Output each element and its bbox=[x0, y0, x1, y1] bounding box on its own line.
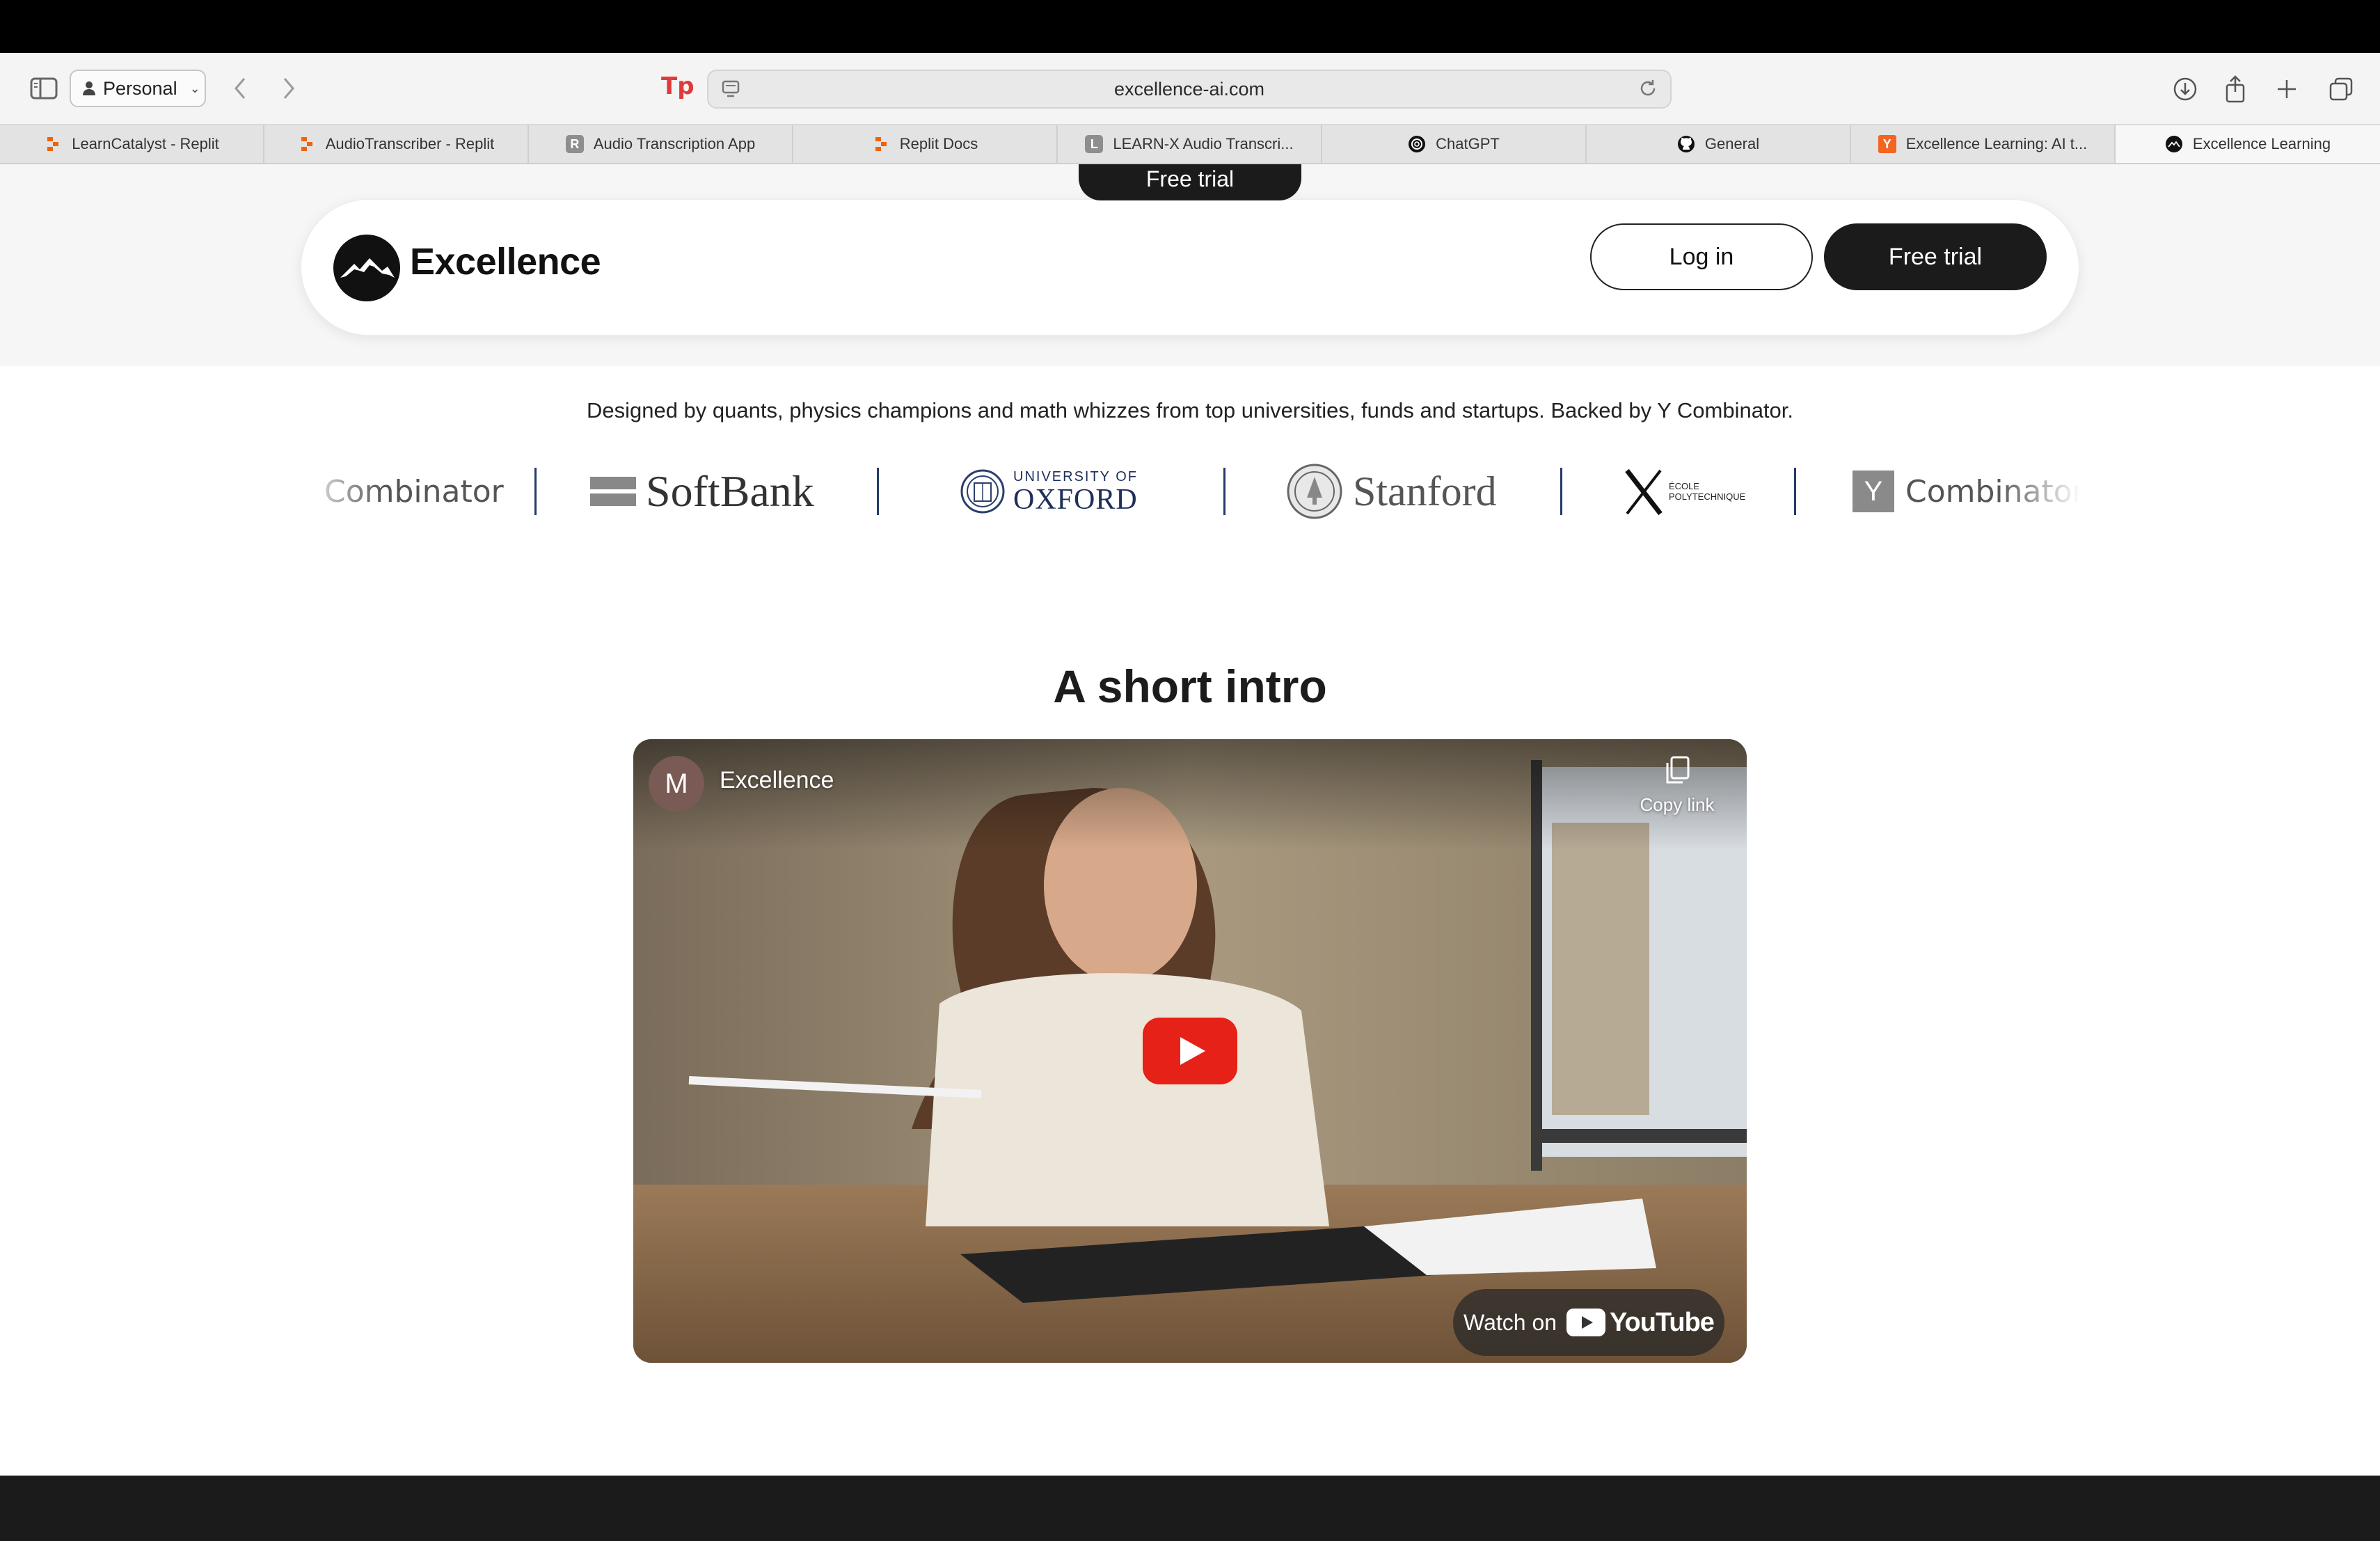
ycombinator-square-icon: Y bbox=[1853, 471, 1894, 512]
copy-link-button[interactable]: Copy link bbox=[1635, 754, 1719, 816]
site-navbar: Excellence Log in Free trial bbox=[301, 199, 2079, 335]
chevron-left-icon bbox=[235, 78, 246, 99]
softbank-logo-text: SoftBank bbox=[646, 466, 814, 516]
play-button-icon[interactable] bbox=[1143, 1018, 1237, 1084]
web-page: Excellence Log in Free trial Free trial … bbox=[0, 164, 2380, 1541]
free-trial-button[interactable]: Free trial bbox=[1824, 223, 2047, 290]
logo-divider bbox=[1223, 468, 1225, 515]
chatgpt-icon bbox=[1408, 135, 1426, 153]
tab-label: AudioTranscriber - Replit bbox=[325, 135, 495, 152]
tab-label: ChatGPT bbox=[1436, 135, 1500, 152]
tab-label: Excellence Learning bbox=[2192, 135, 2331, 152]
ycombinator-icon: Y bbox=[1878, 135, 1896, 153]
backers-logo-strip: Combinator SoftBank UNIVERSITY OF OXFORD… bbox=[299, 450, 2081, 533]
logo-fade-left bbox=[299, 450, 383, 533]
youtube-logo: YouTube bbox=[1566, 1307, 1715, 1338]
logo-divider bbox=[877, 468, 879, 515]
mountain-logo-icon[interactable] bbox=[333, 235, 400, 301]
copy-icon bbox=[1666, 756, 1690, 784]
letter-r-icon: R bbox=[565, 135, 584, 153]
share-icon[interactable] bbox=[2219, 72, 2252, 106]
tab-general[interactable]: General bbox=[1587, 125, 1851, 163]
softbank-logo: SoftBank bbox=[590, 450, 814, 533]
url-text: excellence-ai.com bbox=[1113, 78, 1265, 100]
youtube-video-embed[interactable]: M Excellence Copy link Watch on YouTube bbox=[633, 739, 1747, 1363]
watch-on-youtube-button[interactable]: Watch on YouTube bbox=[1453, 1289, 1724, 1356]
screen: Personal ⌄ Tp excellence-ai.com LearnCat… bbox=[0, 0, 2380, 1541]
oxford-crest-icon bbox=[960, 469, 1005, 514]
back-button[interactable] bbox=[223, 71, 257, 106]
tab-strip: LearnCatalyst - Replit AudioTranscriber … bbox=[0, 125, 2380, 164]
logo-fade-right bbox=[1997, 450, 2081, 533]
tab-excellence-learning[interactable]: Excellence Learning bbox=[2116, 125, 2380, 163]
new-tab-icon[interactable] bbox=[2270, 72, 2303, 106]
chevron-down-icon: ⌄ bbox=[189, 81, 200, 95]
tab-learncatalyst[interactable]: LearnCatalyst - Replit bbox=[0, 125, 264, 163]
tab-excellence-learning-yc[interactable]: Y Excellence Learning: AI t... bbox=[1851, 125, 2116, 163]
polytechnique-logo-top: ÉCOLE bbox=[1669, 481, 1700, 491]
profile-selector[interactable]: Personal ⌄ bbox=[70, 70, 206, 107]
github-icon bbox=[1677, 135, 1695, 153]
profile-label: Personal bbox=[103, 77, 177, 99]
forward-button[interactable] bbox=[271, 71, 306, 106]
oxford-logo: UNIVERSITY OF OXFORD bbox=[960, 450, 1138, 533]
tab-label: Replit Docs bbox=[899, 135, 978, 152]
tab-label: LEARN-X Audio Transcri... bbox=[1113, 135, 1294, 152]
replit-icon bbox=[298, 135, 316, 153]
logo-divider bbox=[1794, 468, 1796, 515]
polytechnique-x-icon bbox=[1625, 468, 1663, 516]
watch-on-label: Watch on bbox=[1463, 1309, 1557, 1335]
downloads-icon[interactable] bbox=[2168, 72, 2202, 106]
section-title: A short intro bbox=[1053, 661, 1327, 712]
tab-label: General bbox=[1704, 135, 1760, 152]
address-bar[interactable]: excellence-ai.com bbox=[707, 70, 1672, 109]
stanford-logo-text: Stanford bbox=[1353, 468, 1497, 514]
stanford-seal-icon bbox=[1287, 464, 1342, 519]
tab-label: Excellence Learning: AI t... bbox=[1905, 135, 2088, 152]
tab-audiotranscriber[interactable]: AudioTranscriber - Replit bbox=[264, 125, 529, 163]
sidebar-toggle-icon[interactable] bbox=[26, 71, 61, 106]
chevron-right-icon bbox=[283, 78, 294, 99]
tab-audio-transcription-app[interactable]: R Audio Transcription App bbox=[529, 125, 793, 163]
stanford-logo: Stanford bbox=[1286, 450, 1497, 533]
channel-avatar[interactable]: M bbox=[649, 756, 704, 812]
tp-extension-icon[interactable]: Tp bbox=[661, 72, 695, 107]
tab-learn-x[interactable]: L LEARN-X Audio Transcri... bbox=[1058, 125, 1322, 163]
polytechnique-logo-bottom: POLYTECHNIQUE bbox=[1669, 491, 1746, 502]
replit-icon bbox=[44, 135, 62, 153]
tab-chatgpt[interactable]: ChatGPT bbox=[1322, 125, 1587, 163]
page-settings-icon[interactable] bbox=[721, 79, 742, 99]
softbank-bars-icon bbox=[590, 477, 636, 506]
floating-free-trial-button[interactable]: Free trial bbox=[1079, 164, 1301, 200]
logo-divider bbox=[534, 468, 537, 515]
tab-overview-icon[interactable] bbox=[2324, 72, 2358, 106]
replit-icon bbox=[872, 135, 890, 153]
excellence-icon bbox=[2165, 135, 2183, 153]
letter-l-icon: L bbox=[1085, 135, 1104, 153]
brand-name[interactable]: Excellence bbox=[410, 240, 601, 283]
tagline: Designed by quants, physics champions an… bbox=[586, 398, 1794, 422]
copy-link-label: Copy link bbox=[1640, 794, 1715, 815]
tab-label: LearnCatalyst - Replit bbox=[72, 135, 219, 152]
login-button[interactable]: Log in bbox=[1590, 223, 1813, 290]
polytechnique-logo: ÉCOLE POLYTECHNIQUE bbox=[1621, 450, 1745, 533]
tab-label: Audio Transcription App bbox=[593, 135, 756, 152]
oxford-logo-bottom: OXFORD bbox=[1013, 483, 1138, 516]
oxford-logo-top: UNIVERSITY OF bbox=[1013, 468, 1138, 484]
logo-divider bbox=[1560, 468, 1562, 515]
video-channel-name[interactable]: Excellence bbox=[720, 767, 834, 794]
footer-band bbox=[0, 1476, 2380, 1541]
menu-bar bbox=[0, 0, 2380, 53]
youtube-wordmark: YouTube bbox=[1610, 1307, 1715, 1337]
person-icon bbox=[83, 81, 95, 95]
reload-icon[interactable] bbox=[1637, 78, 1659, 100]
tab-replit-docs[interactable]: Replit Docs bbox=[793, 125, 1058, 163]
youtube-play-icon bbox=[1566, 1309, 1606, 1336]
